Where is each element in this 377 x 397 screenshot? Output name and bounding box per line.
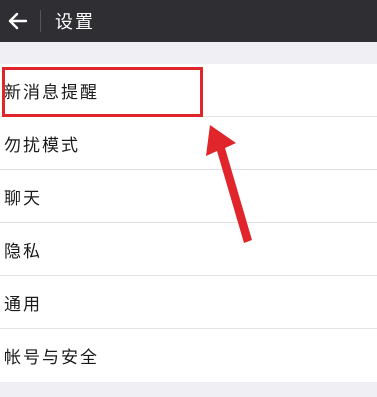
settings-item-general[interactable]: 通用 xyxy=(0,276,377,329)
settings-item-label: 新消息提醒 xyxy=(4,83,99,103)
title-divider xyxy=(40,10,41,32)
settings-item-privacy[interactable]: 隐私 xyxy=(0,223,377,276)
title-bar: 设置 xyxy=(0,0,377,42)
back-button[interactable] xyxy=(4,0,32,42)
settings-item-new-message-notify[interactable]: 新消息提醒 xyxy=(0,64,377,117)
settings-item-label: 聊天 xyxy=(4,189,42,209)
settings-screen: 设置 新消息提醒 勿扰模式 聊天 隐私 通用 帐号与安全 xyxy=(0,0,377,397)
settings-item-chat[interactable]: 聊天 xyxy=(0,170,377,223)
settings-list: 新消息提醒 勿扰模式 聊天 隐私 通用 帐号与安全 xyxy=(0,64,377,382)
page-title: 设置 xyxy=(55,12,95,33)
settings-item-account-security[interactable]: 帐号与安全 xyxy=(0,329,377,382)
settings-item-do-not-disturb[interactable]: 勿扰模式 xyxy=(0,117,377,170)
settings-item-label: 隐私 xyxy=(4,242,42,262)
settings-item-label: 帐号与安全 xyxy=(4,348,99,368)
settings-item-label: 勿扰模式 xyxy=(4,136,80,156)
settings-item-label: 通用 xyxy=(4,295,42,315)
back-arrow-icon xyxy=(8,12,28,30)
